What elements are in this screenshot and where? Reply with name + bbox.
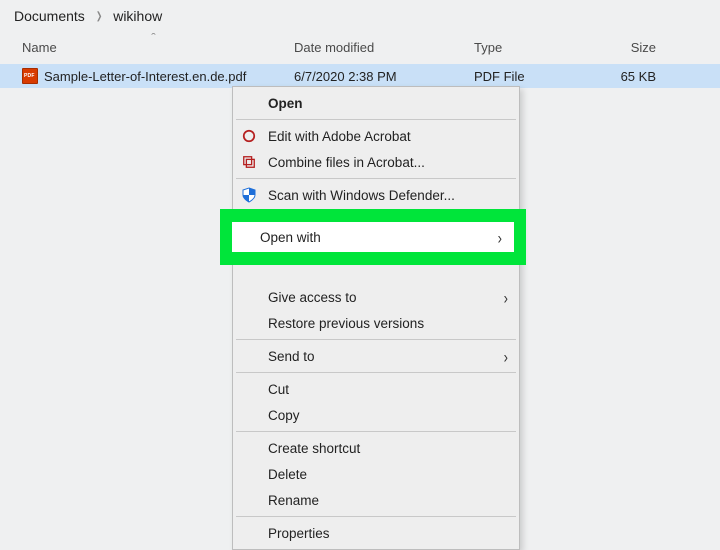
chevron-right-icon: › [504, 287, 508, 307]
menu-open-with[interactable]: Open with › [232, 222, 514, 252]
menu-rename[interactable]: Rename [234, 487, 518, 513]
chevron-right-icon: › [498, 227, 502, 247]
blank-icon [240, 288, 258, 306]
breadcrumb-segment[interactable]: Documents [14, 8, 85, 24]
file-size: 65 KB [604, 69, 706, 84]
menu-separator [236, 119, 516, 120]
menu-separator [236, 178, 516, 179]
menu-restore-previous[interactable]: Restore previous versions [234, 310, 518, 336]
blank-icon [240, 380, 258, 398]
pdf-icon [22, 68, 38, 84]
menu-properties[interactable]: Properties [234, 520, 518, 546]
menu-open[interactable]: Open [234, 90, 518, 116]
menu-separator [236, 339, 516, 340]
blank-icon [240, 406, 258, 424]
chevron-right-icon: ❯ [96, 11, 102, 22]
file-type: PDF File [474, 69, 604, 84]
blank-icon [240, 347, 258, 365]
menu-edit-acrobat[interactable]: Edit with Adobe Acrobat [234, 123, 518, 149]
menu-separator [236, 516, 516, 517]
column-header-type[interactable]: Type [474, 40, 604, 55]
breadcrumb[interactable]: Documents ❯ wikihow [0, 0, 720, 30]
menu-separator [236, 431, 516, 432]
column-headers: ˆ Name Date modified Type Size [0, 30, 720, 64]
file-date: 6/7/2020 2:38 PM [294, 69, 474, 84]
menu-send-to[interactable]: Send to › [234, 343, 518, 369]
highlight-open-with: Open with › [220, 209, 526, 265]
context-menu: Open Edit with Adobe Acrobat Combine fil… [232, 86, 520, 550]
column-header-size[interactable]: Size [604, 40, 706, 55]
menu-separator [236, 372, 516, 373]
blank-icon [240, 491, 258, 509]
defender-shield-icon [240, 186, 258, 204]
menu-cut[interactable]: Cut [234, 376, 518, 402]
acrobat-combine-icon [240, 153, 258, 171]
blank-icon [240, 465, 258, 483]
blank-icon [240, 314, 258, 332]
acrobat-icon [240, 127, 258, 145]
menu-give-access[interactable]: Give access to › [234, 284, 518, 310]
file-row[interactable]: Sample-Letter-of-Interest.en.de.pdf 6/7/… [0, 64, 720, 88]
blank-icon [240, 94, 258, 112]
menu-delete[interactable]: Delete [234, 461, 518, 487]
menu-create-shortcut[interactable]: Create shortcut [234, 435, 518, 461]
menu-copy[interactable]: Copy [234, 402, 518, 428]
sort-indicator-icon: ˆ [151, 32, 156, 42]
file-name: Sample-Letter-of-Interest.en.de.pdf [44, 69, 246, 84]
blank-icon [240, 439, 258, 457]
breadcrumb-segment[interactable]: wikihow [113, 8, 162, 24]
menu-scan-defender[interactable]: Scan with Windows Defender... [234, 182, 518, 208]
menu-combine-acrobat[interactable]: Combine files in Acrobat... [234, 149, 518, 175]
chevron-right-icon: › [504, 346, 508, 366]
column-header-date[interactable]: Date modified [294, 40, 474, 55]
blank-icon [240, 524, 258, 542]
